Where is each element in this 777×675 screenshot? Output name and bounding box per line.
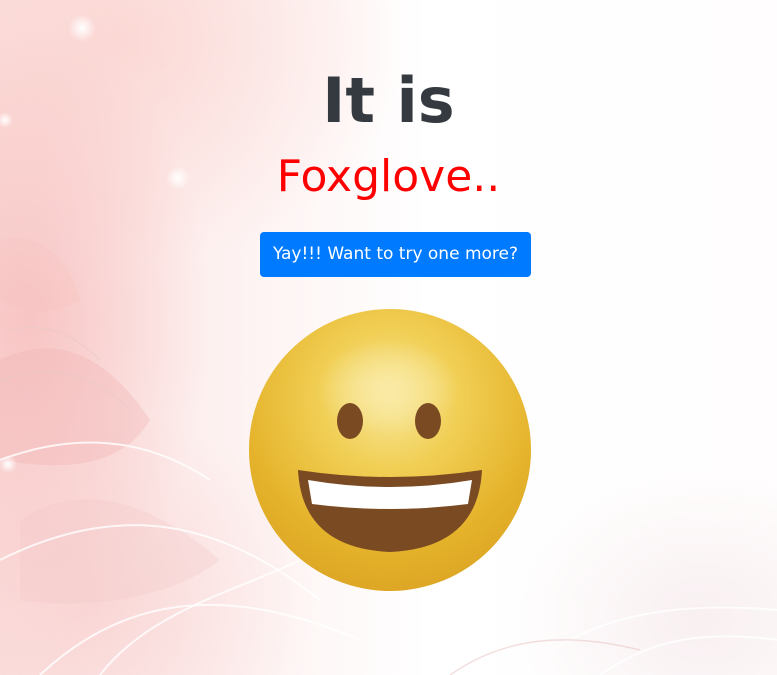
- page-title: It is: [322, 64, 455, 137]
- right-eye: [415, 403, 441, 439]
- answer-text: Foxglove..: [276, 151, 501, 202]
- left-eye: [337, 403, 363, 439]
- grinning-face-icon: [249, 309, 531, 591]
- try-again-button[interactable]: Yay!!! Want to try one more?: [260, 232, 531, 277]
